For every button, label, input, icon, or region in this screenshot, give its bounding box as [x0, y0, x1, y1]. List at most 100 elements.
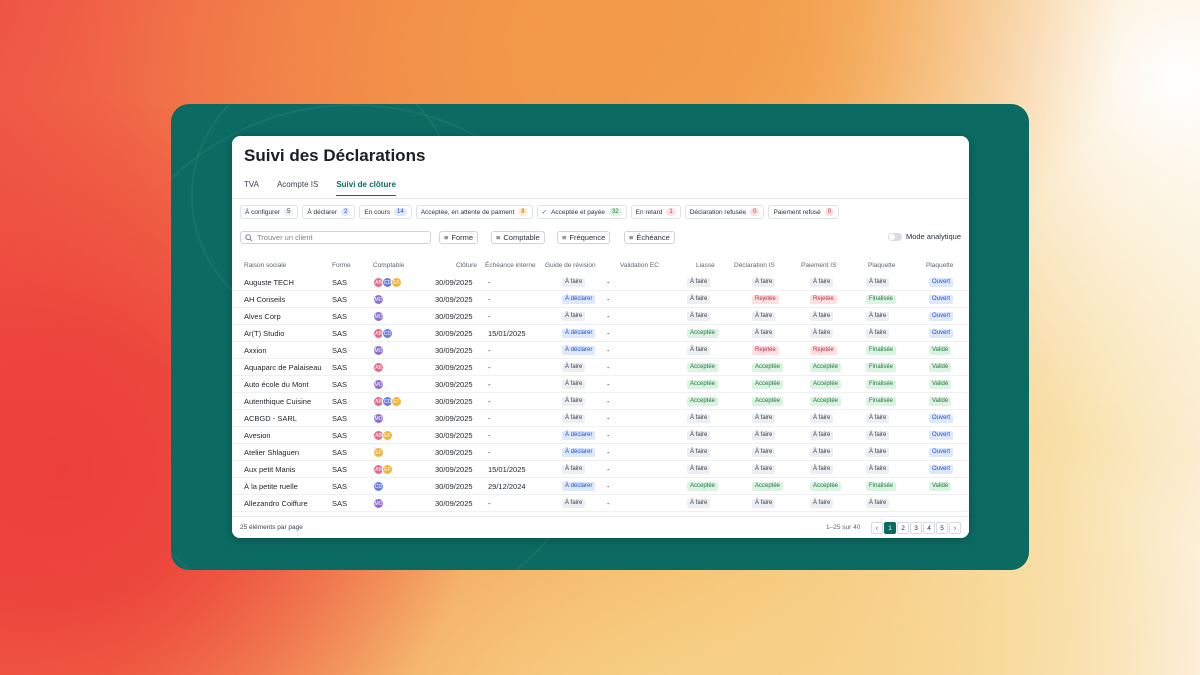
- table-row[interactable]: Aquaparc de Palaiseau SAS AB 30/09/2025 - À f…: [232, 359, 969, 376]
- status-badge-declaration-is[interactable]: À faire: [752, 329, 776, 338]
- status-badge-guide[interactable]: À faire: [562, 397, 586, 406]
- status-badge-declaration-is[interactable]: À faire: [752, 448, 776, 457]
- filter-forme-button[interactable]: ≡ Forme: [439, 231, 479, 244]
- status-badge-guide[interactable]: À faire: [562, 278, 586, 287]
- status-badge-plaquette[interactable]: Finalisée: [866, 380, 897, 389]
- status-badge-declaration-is[interactable]: À faire: [752, 278, 776, 287]
- status-badge-plaquette[interactable]: À faire: [866, 499, 890, 508]
- avatar[interactable]: MO: [373, 379, 384, 390]
- status-badge-paiement-is[interactable]: Acceptée: [810, 380, 842, 389]
- status-badge-plaquette-2[interactable]: Ouvert: [929, 465, 954, 474]
- table-row[interactable]: À la petite ruelle SAS CD 30/09/2025 29/12/2…: [232, 478, 969, 495]
- status-badge-liasse[interactable]: À faire: [687, 465, 711, 474]
- status-filter-chip[interactable]: En retard 1: [630, 205, 681, 219]
- col-guide-revision[interactable]: Guide de révision: [545, 262, 596, 269]
- status-badge-plaquette-2[interactable]: Ouvert: [929, 329, 954, 338]
- status-badge-plaquette[interactable]: À faire: [866, 414, 890, 423]
- status-badge-declaration-is[interactable]: Acceptée: [752, 380, 784, 389]
- status-filter-chip[interactable]: À déclarer 2: [302, 205, 356, 219]
- status-badge-declaration-is[interactable]: À faire: [752, 499, 776, 508]
- status-badge-plaquette-2[interactable]: Ouvert: [929, 278, 954, 287]
- status-badge-plaquette-2[interactable]: Ouvert: [929, 448, 954, 457]
- status-badge-liasse[interactable]: À faire: [687, 499, 711, 508]
- table-row[interactable]: Ar(T) Studio SAS AB CD 30/09/2025 15/01/2025 À…: [232, 325, 969, 342]
- col-forme[interactable]: Forme: [332, 262, 351, 269]
- status-badge-guide[interactable]: À déclarer: [562, 346, 596, 355]
- next-page-button[interactable]: ›: [949, 522, 961, 534]
- status-badge-plaquette-2[interactable]: Validé: [929, 482, 952, 491]
- table-row[interactable]: Atelier Shlaguen SAS EF 30/09/2025 - À déclar…: [232, 444, 969, 461]
- status-badge-guide[interactable]: À faire: [562, 312, 586, 321]
- status-badge-paiement-is[interactable]: Rejetée: [810, 346, 837, 355]
- status-badge-plaquette[interactable]: Finalisée: [866, 346, 897, 355]
- avatar[interactable]: MO: [373, 498, 384, 509]
- col-comptable[interactable]: Comptable: [373, 262, 404, 269]
- filter-echeance-button[interactable]: ≡ Échéance: [624, 231, 675, 244]
- status-badge-plaquette[interactable]: Finalisée: [866, 295, 897, 304]
- avatar[interactable]: EF: [382, 464, 393, 475]
- status-badge-guide[interactable]: À faire: [562, 363, 586, 372]
- status-badge-paiement-is[interactable]: Acceptée: [810, 397, 842, 406]
- status-badge-plaquette-2[interactable]: Ouvert: [929, 312, 954, 321]
- avatar[interactable]: EF: [382, 430, 393, 441]
- status-badge-paiement-is[interactable]: Acceptée: [810, 482, 842, 491]
- status-badge-guide[interactable]: À faire: [562, 414, 586, 423]
- table-row[interactable]: Autenthique Cuisine SAS AB CD EF 30/09/2025- À…: [232, 393, 969, 410]
- table-row[interactable]: Aux petit Manis SAS AB EF 30/09/2025 15/01/20…: [232, 461, 969, 478]
- status-badge-liasse[interactable]: À faire: [687, 448, 711, 457]
- col-paiement-is[interactable]: Paiement IS: [801, 262, 836, 269]
- filter-frequence-button[interactable]: ≡ Fréquence: [557, 231, 611, 244]
- col-plaquette-2[interactable]: Plaquette: [926, 262, 953, 269]
- status-badge-liasse[interactable]: À faire: [687, 414, 711, 423]
- page-button-4[interactable]: 4: [923, 522, 935, 534]
- status-badge-plaquette[interactable]: À faire: [866, 329, 890, 338]
- tab-suivi-cloture[interactable]: Suivi de clôture: [336, 180, 396, 196]
- table-row[interactable]: AH Conseils SAS MO 30/09/2025 - À déclarer - À …: [232, 291, 969, 308]
- prev-page-button[interactable]: ‹: [871, 522, 883, 534]
- status-badge-paiement-is[interactable]: Acceptée: [810, 363, 842, 372]
- avatar[interactable]: MO: [373, 345, 384, 356]
- status-badge-liasse[interactable]: Acceptée: [687, 363, 719, 372]
- avatar[interactable]: CD: [373, 481, 384, 492]
- status-filter-chip[interactable]: En cours 14: [359, 205, 412, 219]
- page-button-1[interactable]: 1: [884, 522, 896, 534]
- status-badge-plaquette-2[interactable]: Validé: [929, 346, 952, 355]
- status-badge-liasse[interactable]: Acceptée: [687, 329, 719, 338]
- status-badge-paiement-is[interactable]: Rejetée: [810, 295, 837, 304]
- status-badge-guide[interactable]: À faire: [562, 380, 586, 389]
- tab-tva[interactable]: TVA: [244, 180, 259, 196]
- avatar[interactable]: CD: [382, 328, 393, 339]
- status-badge-paiement-is[interactable]: À faire: [810, 448, 834, 457]
- status-badge-plaquette[interactable]: À faire: [866, 278, 890, 287]
- col-raison-sociale[interactable]: Raison sociale: [244, 262, 286, 269]
- status-badge-plaquette[interactable]: À faire: [866, 431, 890, 440]
- status-badge-guide[interactable]: À déclarer: [562, 295, 596, 304]
- status-badge-plaquette-2[interactable]: Ouvert: [929, 295, 954, 304]
- status-badge-guide[interactable]: À déclarer: [562, 329, 596, 338]
- page-button-2[interactable]: 2: [897, 522, 909, 534]
- status-badge-plaquette[interactable]: Finalisée: [866, 363, 897, 372]
- status-filter-chip[interactable]: Acceptée, en attente de paiment 8: [415, 205, 533, 219]
- avatar[interactable]: MO: [373, 413, 384, 424]
- filter-comptable-button[interactable]: ≡ Comptable: [491, 231, 545, 244]
- avatar[interactable]: EF: [373, 447, 384, 458]
- status-badge-plaquette[interactable]: À faire: [866, 312, 890, 321]
- table-row[interactable]: Auto école du Mont SAS MO 30/09/2025 - À fair…: [232, 376, 969, 393]
- status-badge-liasse[interactable]: À faire: [687, 312, 711, 321]
- search-input[interactable]: Trouver un client: [240, 231, 431, 244]
- status-badge-paiement-is[interactable]: À faire: [810, 431, 834, 440]
- col-echeance-interne[interactable]: Échéance interne: [485, 262, 536, 269]
- status-badge-paiement-is[interactable]: À faire: [810, 329, 834, 338]
- status-badge-liasse[interactable]: Acceptée: [687, 380, 719, 389]
- tab-acompte-is[interactable]: Acompte IS: [277, 180, 318, 196]
- status-badge-paiement-is[interactable]: À faire: [810, 278, 834, 287]
- status-badge-declaration-is[interactable]: À faire: [752, 465, 776, 474]
- status-badge-guide[interactable]: À déclarer: [562, 448, 596, 457]
- status-filter-chip[interactable]: Paiement refusé 0: [768, 205, 840, 219]
- avatar[interactable]: MO: [373, 311, 384, 322]
- status-badge-liasse[interactable]: À faire: [687, 431, 711, 440]
- status-badge-guide[interactable]: À déclarer: [562, 482, 596, 491]
- col-cloture[interactable]: Clôture: [456, 262, 477, 269]
- col-plaquette[interactable]: Plaquette: [868, 262, 895, 269]
- status-badge-paiement-is[interactable]: À faire: [810, 499, 834, 508]
